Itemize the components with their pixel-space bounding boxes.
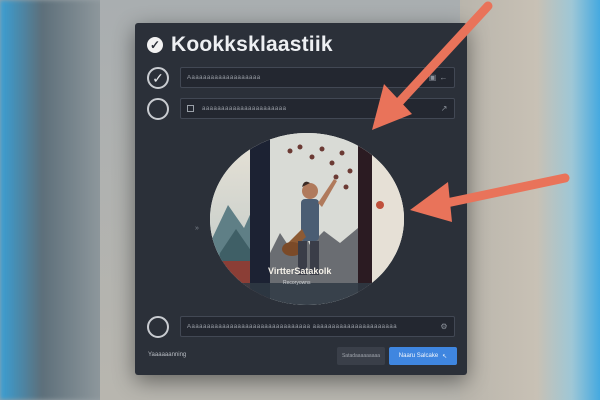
- primary-button-label: Naaru Salcake: [398, 353, 439, 359]
- text-field-2[interactable]: aaaaaaaaaaaaaaaaaaaaaa ↗: [180, 98, 455, 119]
- field-1-end-icons[interactable]: ▣ ←: [429, 73, 448, 82]
- field-3-text: Aaaaaaaaaaaaaaaaaaaaaaaaaaaaaaaa aaaaaaa…: [187, 323, 398, 330]
- expand-icon[interactable]: ↗: [441, 104, 448, 113]
- secondary-button[interactable]: Satadaaaaaaaaa: [337, 347, 385, 365]
- album-art[interactable]: VirtterSatakolk Recoryowns: [210, 133, 404, 305]
- title-bar: ✓ Kookksklaastiik: [147, 33, 333, 57]
- settings-icon[interactable]: ⚙: [440, 322, 448, 331]
- background-right: [460, 0, 600, 400]
- checked-radio-icon[interactable]: ✓: [147, 67, 169, 89]
- dialog-title: Kookksklaastiik: [171, 33, 333, 56]
- radio-icon-bottom[interactable]: [147, 316, 169, 338]
- cover-title: VirtterSatakolk: [268, 266, 332, 276]
- checkbox-icon[interactable]: [187, 105, 194, 112]
- side-icon: »: [195, 225, 199, 232]
- footer-left-label: Yaaaaaanning: [148, 352, 187, 358]
- radio-icon[interactable]: [147, 98, 169, 120]
- text-field-3[interactable]: Aaaaaaaaaaaaaaaaaaaaaaaaaaaaaaaa aaaaaaa…: [180, 316, 455, 337]
- arrow-icon: ↖: [442, 353, 448, 360]
- field-1-text: Aaaaaaaaaaaaaaaaaaa: [187, 74, 261, 81]
- check-icon: ✓: [147, 37, 163, 53]
- field-2-text: aaaaaaaaaaaaaaaaaaaaaa: [202, 105, 287, 112]
- primary-button[interactable]: Naaru Salcake ↖: [389, 347, 457, 365]
- cover-subtitle: Recoryowns: [283, 280, 311, 286]
- text-field-1[interactable]: Aaaaaaaaaaaaaaaaaaa ▣ ←: [180, 67, 455, 88]
